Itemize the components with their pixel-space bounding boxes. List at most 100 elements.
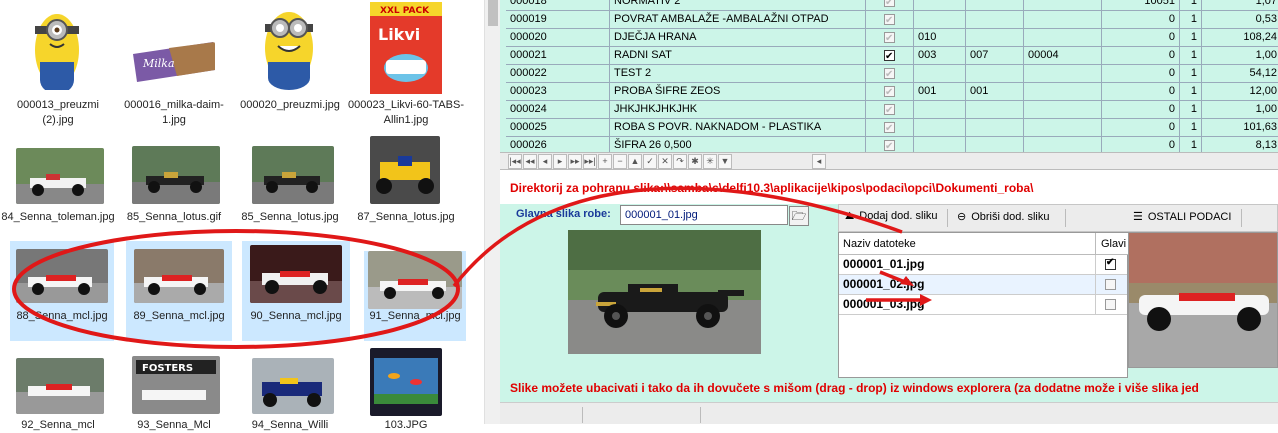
active-checkbox[interactable] — [884, 66, 895, 82]
table-cell-price[interactable]: 1,00 — [1202, 47, 1278, 65]
table-cell-c2[interactable] — [966, 65, 1024, 83]
table-cell-c1[interactable]: 001 — [914, 83, 966, 101]
table-cell-c1[interactable] — [914, 0, 966, 11]
table-cell-c2[interactable] — [966, 137, 1024, 152]
table-cell-c2[interactable]: 001 — [966, 83, 1024, 101]
table-cell-n2[interactable]: 1 — [1180, 0, 1202, 11]
table-cell-n1[interactable]: 0 — [1102, 29, 1180, 47]
navigator-button[interactable]: ✱ — [688, 154, 702, 169]
navigator-button[interactable]: ◂◂ — [523, 154, 537, 169]
active-checkbox[interactable] — [884, 84, 895, 100]
table-cell-code[interactable]: 000022 — [506, 65, 610, 83]
file-thumbnail[interactable]: 000013_preuzmi (2).jpg — [0, 0, 116, 130]
main-image-input[interactable]: 000001_01.jpg — [620, 205, 788, 225]
table-cell-c3[interactable] — [1024, 83, 1102, 101]
table-row[interactable]: 000024JHKJHKJHKJHK 011,00 — [506, 101, 1278, 119]
table-row[interactable]: 000026ŠIFRA 26 0,500 018,13 — [506, 137, 1278, 152]
table-cell-n1[interactable]: 0 — [1102, 101, 1180, 119]
table-cell-n2[interactable]: 1 — [1180, 47, 1202, 65]
file-thumbnail[interactable]: 85_Senna_lotus.gif — [116, 132, 232, 240]
table-cell-c1[interactable] — [914, 11, 966, 29]
navigator-button[interactable]: ✳ — [703, 154, 717, 169]
active-checkbox-cell[interactable] — [866, 119, 914, 137]
table-cell-n1[interactable]: 0 — [1102, 47, 1180, 65]
table-cell-price[interactable]: 8,13 — [1202, 137, 1278, 152]
navigator-button[interactable]: ▸▸| — [583, 154, 597, 169]
navigator-button[interactable]: ✓ — [643, 154, 657, 169]
navigator-button[interactable]: ▸ — [553, 154, 567, 169]
file-thumbnail[interactable]: 91_Senna_mcl.jpg — [364, 251, 466, 341]
file-thumbnail[interactable]: 000020_preuzmi.jpg — [232, 0, 348, 130]
table-cell-n1[interactable]: 0 — [1102, 11, 1180, 29]
table-cell-price[interactable]: 54,12 — [1202, 65, 1278, 83]
table-cell-c3[interactable] — [1024, 137, 1102, 152]
active-checkbox-cell[interactable] — [866, 0, 914, 11]
table-cell-n2[interactable]: 1 — [1180, 101, 1202, 119]
file-row[interactable]: 000001_02.jpg — [839, 275, 1127, 295]
table-cell-price[interactable]: 1,07 — [1202, 0, 1278, 11]
active-checkbox[interactable] — [884, 120, 895, 136]
table-cell-n1[interactable]: 0 — [1102, 119, 1180, 137]
main-image-checkbox[interactable] — [1105, 299, 1116, 310]
file-thumbnail[interactable]: 103.JPG — [348, 344, 464, 431]
table-cell-n1[interactable]: 0 — [1102, 65, 1180, 83]
table-cell-c1[interactable]: 003 — [914, 47, 966, 65]
active-checkbox-cell[interactable] — [866, 11, 914, 29]
table-cell-c3[interactable] — [1024, 0, 1102, 11]
table-cell-c2[interactable] — [966, 11, 1024, 29]
file-thumbnail[interactable]: 88_Senna_mcl.jpg — [10, 241, 114, 341]
table-cell-c2[interactable] — [966, 119, 1024, 137]
table-cell-name[interactable]: ŠIFRA 26 0,500 — [610, 137, 866, 152]
scroll-left-button[interactable]: ◂ — [812, 154, 826, 169]
table-cell-code[interactable]: 000025 — [506, 119, 610, 137]
navigator-button[interactable]: ▲ — [628, 154, 642, 169]
navigator-button[interactable]: ↷ — [673, 154, 687, 169]
navigator-button[interactable]: ◂ — [538, 154, 552, 169]
file-row[interactable]: 000001_03.jpg — [839, 295, 1127, 315]
file-thumbnail[interactable]: XXL PACK Likvi 000023_Likvi-60-TABS-Alli… — [348, 0, 464, 130]
active-checkbox[interactable] — [884, 30, 895, 46]
active-checkbox[interactable] — [884, 138, 895, 152]
active-checkbox-cell[interactable] — [866, 137, 914, 152]
table-cell-c3[interactable] — [1024, 119, 1102, 137]
table-cell-n1[interactable]: 0 — [1102, 83, 1180, 101]
table-cell-c2[interactable] — [966, 29, 1024, 47]
table-row[interactable]: 000019POVRAT AMBALAŽE -AMBALAŽNI OTPAD 01… — [506, 11, 1278, 29]
file-thumbnail[interactable]: 92_Senna_mcl — [0, 344, 116, 431]
table-cell-n2[interactable]: 1 — [1180, 11, 1202, 29]
file-thumbnail[interactable]: 84_Senna_toleman.jpg — [0, 132, 116, 240]
active-checkbox[interactable] — [884, 12, 895, 28]
table-cell-c3[interactable] — [1024, 65, 1102, 83]
main-image-checkbox[interactable] — [1105, 279, 1116, 290]
file-thumbnail[interactable]: 85_Senna_lotus.jpg — [232, 132, 348, 240]
table-cell-code[interactable]: 000026 — [506, 137, 610, 152]
navigator-button[interactable]: + — [598, 154, 612, 169]
navigator-button[interactable]: − — [613, 154, 627, 169]
file-thumbnail[interactable]: 87_Senna_lotus.jpg — [348, 132, 464, 240]
table-cell-price[interactable]: 1,00 — [1202, 101, 1278, 119]
other-data-button[interactable]: ☰ OSTALI PODACI — [1133, 210, 1231, 223]
file-thumbnail[interactable]: Milka 000016_milka-daim-1.jpg — [116, 0, 232, 130]
file-thumbnail[interactable]: 89_Senna_mcl.jpg — [126, 241, 232, 341]
remove-image-button[interactable]: ⊖ Obriši dod. sliku — [957, 210, 1049, 223]
table-cell-name[interactable]: DJEČJA HRANA — [610, 29, 866, 47]
table-cell-name[interactable]: PROBA ŠIFRE ZEOS — [610, 83, 866, 101]
table-cell-code[interactable]: 000018 — [506, 0, 610, 11]
table-row[interactable]: 000018NORMATIV 2 1005111,07 — [506, 0, 1278, 11]
table-row[interactable]: 000023PROBA ŠIFRE ZEOS 001001 0112,00 — [506, 83, 1278, 101]
file-row[interactable]: 000001_01.jpg — [839, 255, 1127, 275]
table-cell-c1[interactable] — [914, 119, 966, 137]
table-cell-n2[interactable]: 1 — [1180, 65, 1202, 83]
table-cell-c3[interactable] — [1024, 101, 1102, 119]
table-cell-n2[interactable]: 1 — [1180, 137, 1202, 152]
scrollbar-thumb[interactable] — [488, 0, 498, 26]
table-cell-code[interactable]: 000019 — [506, 11, 610, 29]
active-checkbox-cell[interactable] — [866, 65, 914, 83]
navigator-button[interactable]: ▸▸ — [568, 154, 582, 169]
table-cell-n2[interactable]: 1 — [1180, 83, 1202, 101]
table-cell-code[interactable]: 000023 — [506, 83, 610, 101]
active-checkbox-cell[interactable] — [866, 29, 914, 47]
active-checkbox-cell[interactable] — [866, 83, 914, 101]
navigator-button[interactable]: ✕ — [658, 154, 672, 169]
active-checkbox[interactable] — [884, 48, 895, 64]
